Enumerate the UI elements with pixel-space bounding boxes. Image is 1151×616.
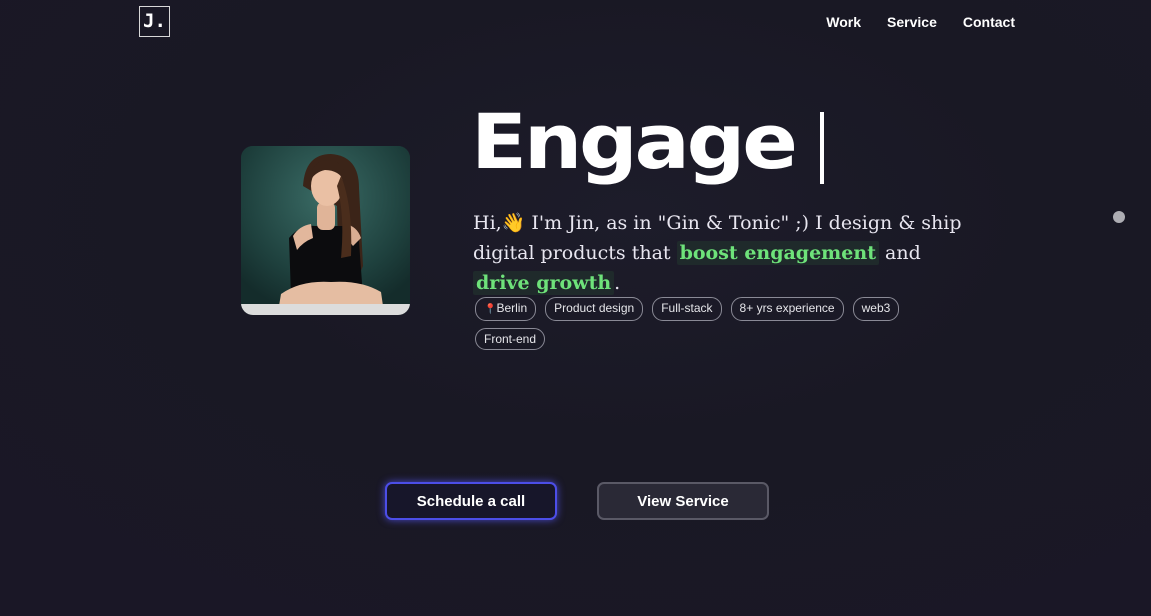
tag-location: 📍Berlin <box>475 297 537 321</box>
highlight-drive-growth: drive growth <box>473 271 615 295</box>
tag-label: Berlin <box>496 301 528 315</box>
tag-front-end: Front-end <box>475 328 546 350</box>
nav-service[interactable]: Service <box>887 14 937 30</box>
nav-contact[interactable]: Contact <box>963 14 1015 30</box>
intro-paragraph: Hi,👋 I'm Jin, as in "Gin & Tonic" ;) I d… <box>473 208 973 298</box>
intro-text-2: and <box>878 242 921 264</box>
tag-full-stack: Full-stack <box>652 297 722 321</box>
skill-tags: 📍Berlin Product design Full-stack 8+ yrs… <box>475 297 935 350</box>
logo[interactable]: J. <box>139 6 170 37</box>
nav-work[interactable]: Work <box>826 14 861 30</box>
tag-product-design: Product design <box>545 297 644 321</box>
tag-experience: 8+ yrs experience <box>730 297 844 321</box>
main-nav: Work Service Contact <box>826 14 1015 30</box>
intro-text-3: . <box>614 272 621 294</box>
cursor-dot <box>1113 211 1125 223</box>
wave-emoji-icon: 👋 <box>501 212 526 234</box>
typing-cursor <box>820 112 824 184</box>
location-pin-icon: 📍 <box>484 304 497 315</box>
tag-web3: web3 <box>852 297 900 321</box>
schedule-call-button[interactable]: Schedule a call <box>385 482 557 520</box>
profile-photo <box>241 146 410 315</box>
intro-greeting: Hi, <box>473 212 502 234</box>
view-service-button[interactable]: View Service <box>597 482 769 520</box>
headline-word: Engage <box>471 97 798 186</box>
headline: Engage <box>471 104 824 184</box>
highlight-boost-engagement: boost engagement <box>676 241 879 265</box>
